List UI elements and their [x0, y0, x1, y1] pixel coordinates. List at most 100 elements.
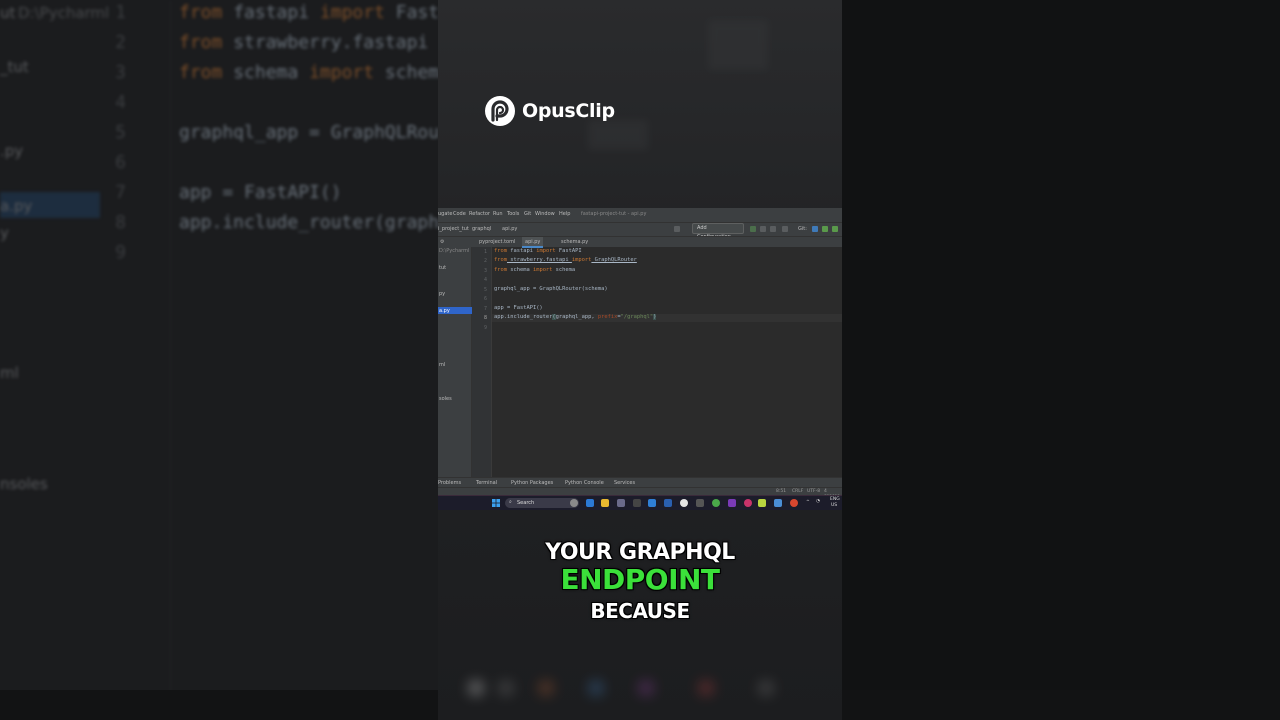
tree-item[interactable]: soles — [439, 396, 452, 402]
code-editor[interactable]: from fastapi import FastAPI from strawbe… — [492, 247, 842, 477]
line-number: 3 — [483, 268, 487, 274]
background-line-number: 8 — [115, 212, 126, 233]
background-project-tree: ut _tut .py a.py y ml nsoles — [0, 0, 100, 720]
ide-menu-bar: ugate Code Refactor Run Tools Git Window… — [438, 208, 842, 222]
widgets-icon[interactable] — [570, 499, 578, 507]
breadcrumb-item[interactable]: i_project_tut — [438, 226, 469, 232]
app-icon[interactable] — [790, 499, 798, 507]
background-line-number: 1 — [115, 2, 126, 23]
tab-services[interactable]: Services — [614, 480, 635, 486]
background-code-line: from strawberry.fastapi — [179, 32, 440, 53]
app-icon[interactable] — [617, 499, 625, 507]
app-icon[interactable] — [774, 499, 782, 507]
tab-problems[interactable]: Problems — [438, 480, 461, 486]
tray-chevron-icon[interactable]: ^ — [806, 500, 810, 505]
add-configuration-button[interactable]: Add Configuration... — [692, 223, 744, 240]
tab-python-packages[interactable]: Python Packages — [511, 480, 553, 486]
menu-item[interactable]: Tools — [507, 211, 519, 217]
background-line-number: 7 — [115, 182, 126, 203]
code-line: graphql_app = GraphQLRouter(schema) — [494, 286, 608, 292]
breadcrumb-item[interactable]: api.py — [502, 226, 517, 232]
vscode-icon[interactable] — [664, 499, 672, 507]
background-gutter: 1 2 3 4 5 6 7 8 9 — [100, 0, 170, 700]
project-tree: D:\Pycharml tut py a.py ml soles — [438, 247, 472, 477]
background-line-number: 3 — [115, 62, 126, 83]
code-line: app.include_router(graphql_app, prefix="… — [494, 314, 657, 320]
tree-root[interactable]: D:\Pycharml — [439, 248, 469, 254]
bottom-blur — [438, 660, 842, 720]
tab-python-console[interactable]: Python Console — [565, 480, 604, 486]
background-tree-item: y — [0, 224, 9, 242]
file-explorer-icon[interactable] — [601, 499, 609, 507]
git-commit-icon[interactable] — [822, 226, 828, 232]
windows-taskbar: Search ⌕ ^ ◔ ENG US — [438, 495, 842, 510]
code-line: from fastapi import FastAPI — [494, 248, 582, 254]
wifi-icon[interactable]: ◔ — [816, 499, 820, 504]
menu-item[interactable]: Code — [453, 211, 466, 217]
ide-toolbar: i_project_tut graphql api.py Add Configu… — [438, 222, 842, 240]
store-icon[interactable] — [648, 499, 656, 507]
ide-screenshot: ugate Code Refactor Run Tools Git Window… — [438, 208, 842, 510]
background-code-line: graphql_app = GraphQLRout — [179, 122, 450, 143]
tool-window-tabs: Problems Terminal Python Packages Python… — [438, 477, 842, 487]
opusclip-logo: OpusClip — [484, 95, 615, 127]
line-number: 1 — [483, 249, 487, 255]
line-number: 8 — [483, 315, 487, 321]
app-icon[interactable] — [696, 499, 704, 507]
tree-item[interactable]: py — [439, 291, 445, 297]
short-video-frame: OpusClip ugate Code Refactor Run Tools G… — [438, 0, 842, 720]
code-line: from strawberry.fastapi import GraphQLRo… — [494, 257, 637, 263]
line-number: 6 — [483, 296, 487, 302]
terminal-icon[interactable] — [633, 499, 641, 507]
cursor-position[interactable]: 8:51 — [776, 489, 786, 494]
line-number: 2 — [483, 258, 487, 264]
git-label: Git: — [798, 226, 807, 232]
app-icon[interactable] — [744, 499, 752, 507]
line-separator[interactable]: CRLF — [792, 489, 803, 494]
caption-line-1: YOUR GRAPHQL — [545, 540, 735, 565]
tree-item[interactable]: tut — [439, 265, 446, 271]
menu-item[interactable]: Window — [535, 211, 555, 217]
background-line-number: 5 — [115, 122, 126, 143]
taskbar-search[interactable]: Search — [505, 498, 579, 508]
code-line: app = FastAPI() — [494, 305, 543, 311]
user-icon[interactable] — [674, 226, 680, 232]
window-title: fastapi-project-tut - api.py — [581, 211, 647, 217]
menu-item[interactable]: Help — [559, 211, 570, 217]
file-encoding[interactable]: UTF-8 — [807, 489, 820, 494]
caption-line-3: BECAUSE — [590, 599, 690, 623]
search-icon: ⌕ — [509, 499, 512, 505]
app-icon[interactable] — [728, 499, 736, 507]
git-push-icon[interactable] — [832, 226, 838, 232]
menu-item[interactable]: ugate — [438, 211, 452, 217]
background-line-number: 2 — [115, 32, 126, 53]
line-number: 7 — [483, 306, 487, 312]
tree-item[interactable]: ml — [439, 362, 445, 368]
opusclip-logo-icon — [485, 96, 515, 126]
background-code-line: from fastapi import Fasta — [179, 2, 450, 23]
coverage-icon[interactable] — [770, 226, 776, 232]
menu-item[interactable]: Refactor — [469, 211, 490, 217]
region-indicator[interactable]: US — [831, 503, 837, 508]
github-icon[interactable] — [680, 499, 688, 507]
line-number: 5 — [483, 287, 487, 293]
run-icon[interactable] — [750, 226, 756, 232]
edge-icon[interactable] — [586, 499, 594, 507]
debug-icon[interactable] — [760, 226, 766, 232]
tab-terminal[interactable]: Terminal — [476, 480, 497, 486]
code-line: from schema import schema — [494, 267, 576, 273]
git-update-icon[interactable] — [812, 226, 818, 232]
pycharm-icon[interactable] — [758, 499, 766, 507]
background-tree-item: ml — [0, 364, 19, 382]
windows-start-icon[interactable] — [492, 499, 500, 507]
editor-tabs: ⚙ pyproject.toml api.py schema.py — [438, 236, 842, 248]
settings-gear-icon[interactable]: ⚙ — [440, 239, 444, 245]
menu-item[interactable]: Git — [524, 211, 531, 217]
chrome-icon[interactable] — [712, 499, 720, 507]
language-indicator[interactable]: ENG — [830, 497, 840, 502]
breadcrumb-item[interactable]: graphql — [472, 226, 491, 232]
background-line-number: 4 — [115, 92, 126, 113]
tree-item-selected[interactable]: a.py — [439, 308, 450, 314]
menu-item[interactable]: Run — [493, 211, 503, 217]
stop-icon[interactable] — [782, 226, 788, 232]
